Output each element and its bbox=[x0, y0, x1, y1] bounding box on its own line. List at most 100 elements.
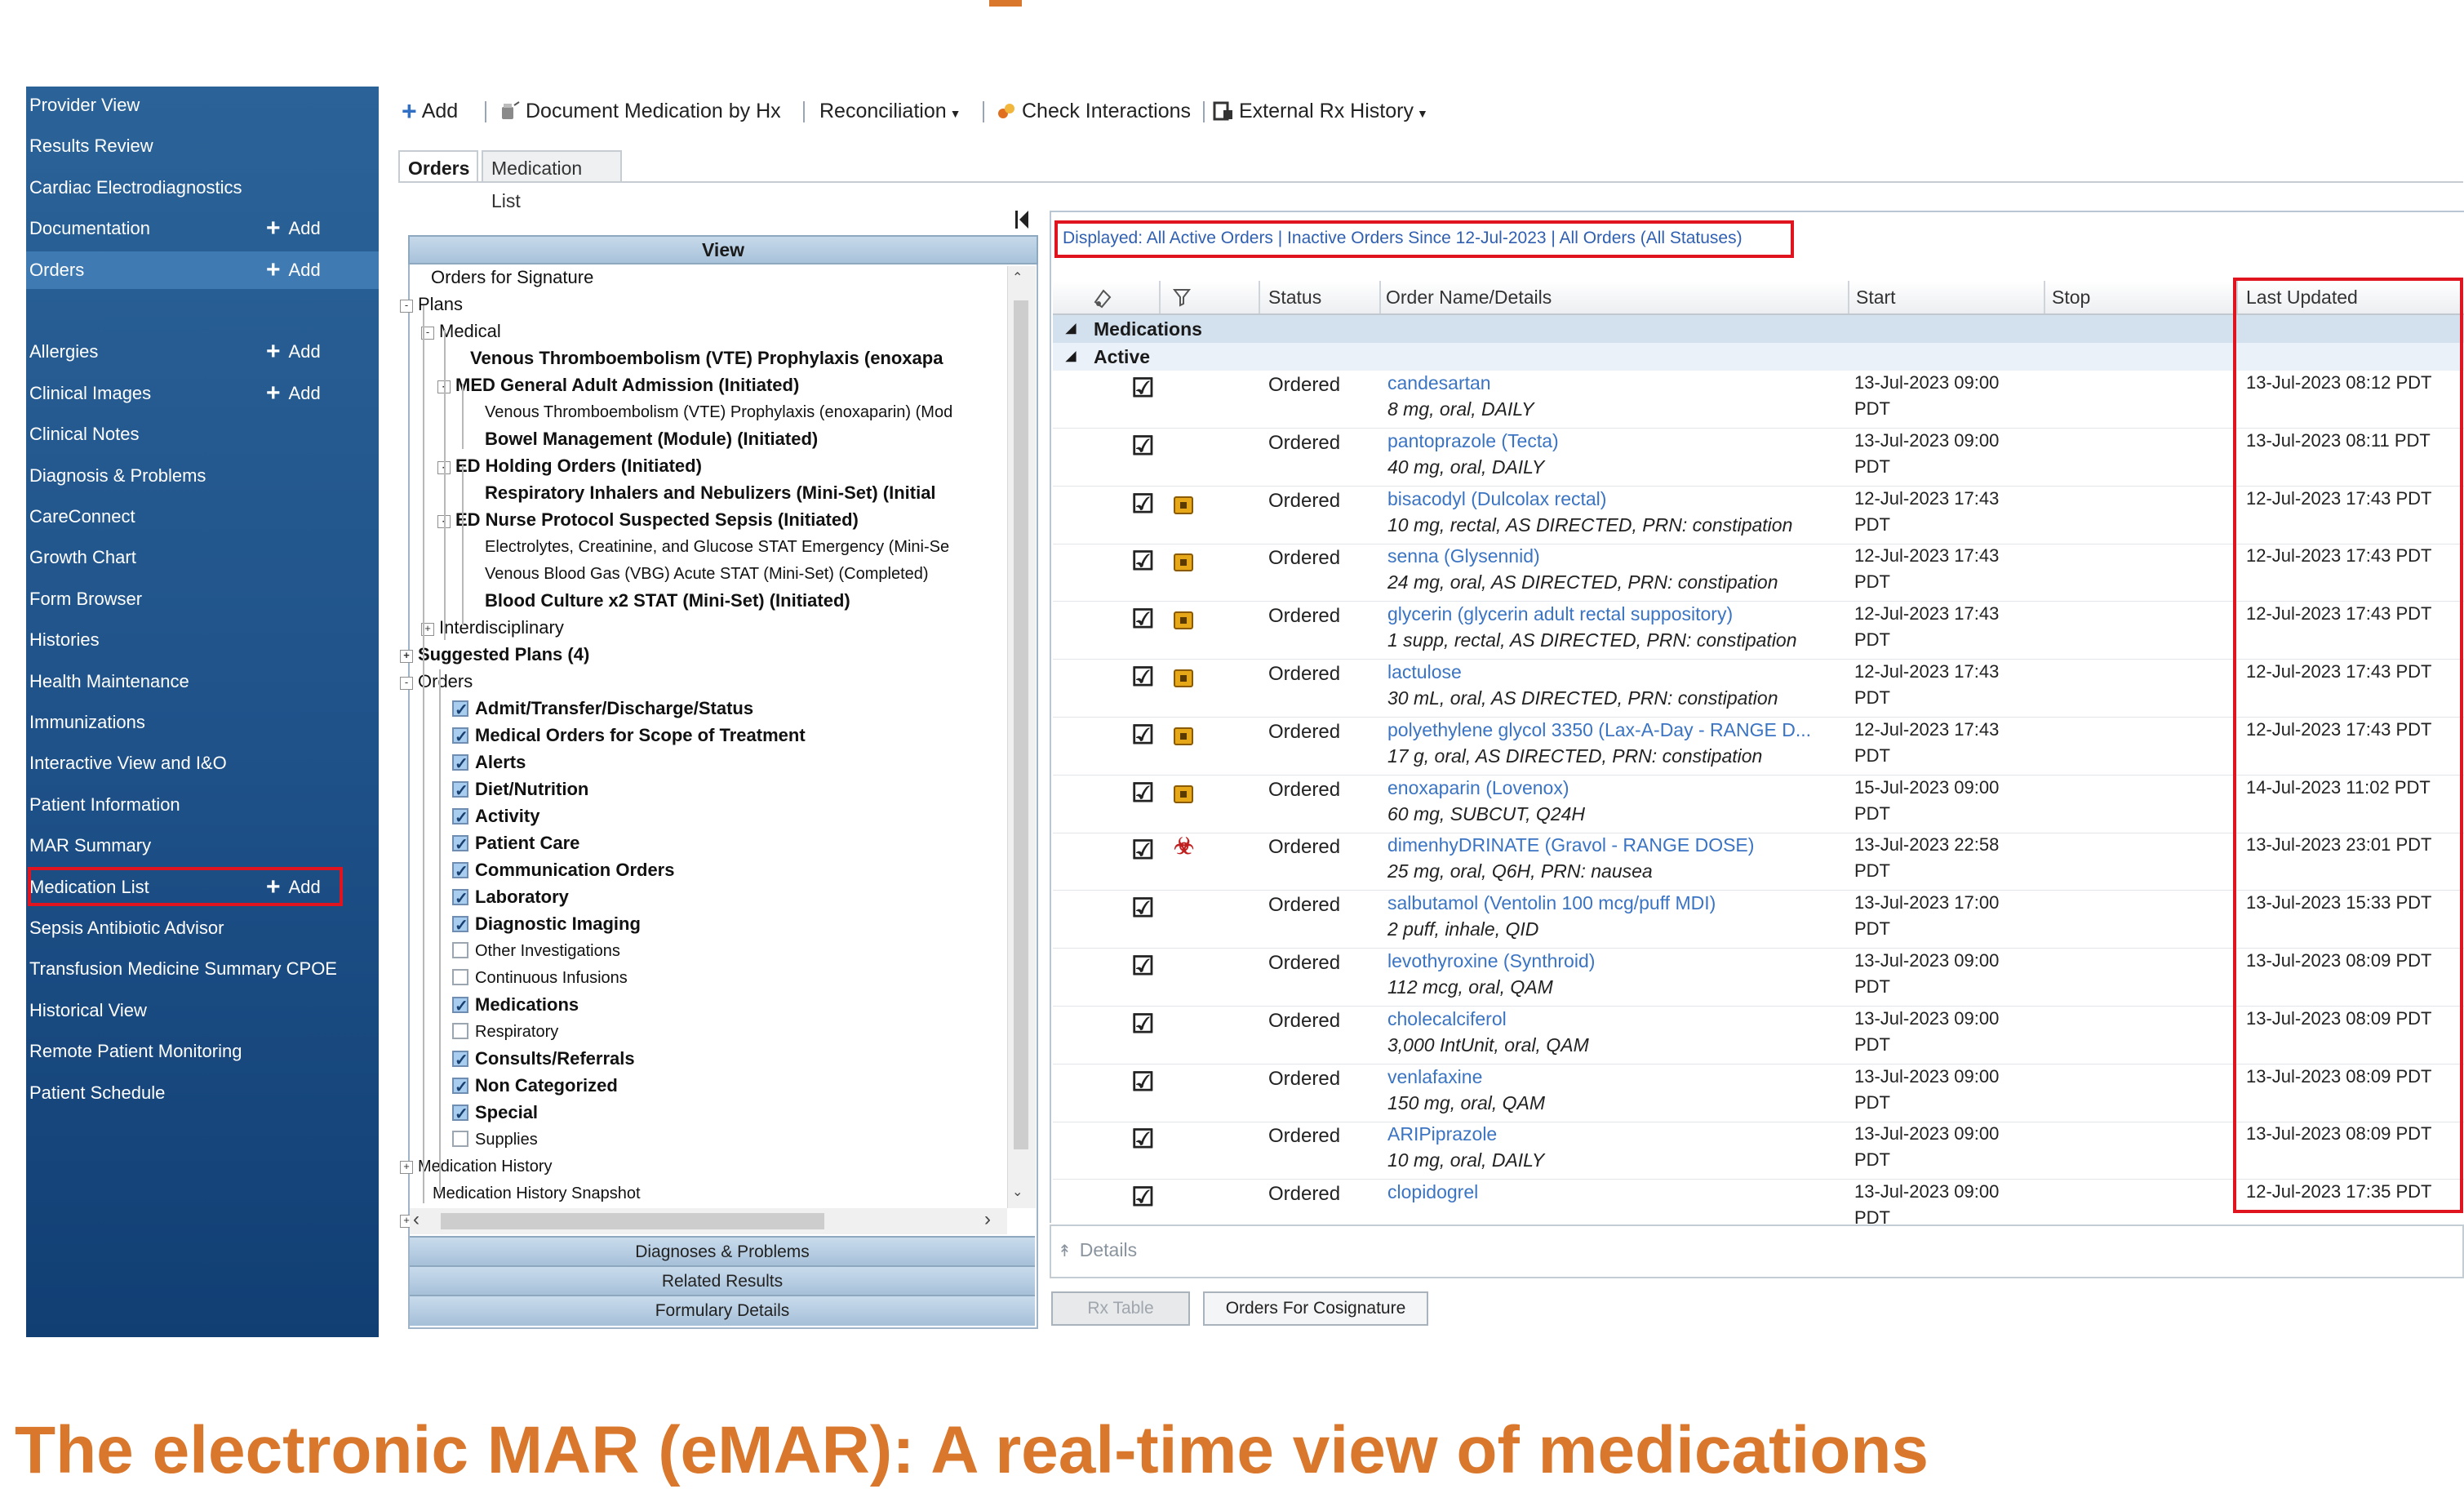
order-details: 24 mg, oral, AS DIRECTED, PRN: constipat… bbox=[1387, 571, 1778, 593]
order-name-link[interactable]: bisacodyl (Dulcolax rectal) bbox=[1387, 488, 1869, 510]
order-status: Ordered bbox=[1268, 894, 1341, 917]
order-name-link[interactable]: glycerin (glycerin adult rectal supposit… bbox=[1387, 603, 1869, 625]
order-row[interactable]: ☑ Ordered senna (Glysennid) 24 mg, oral, AS… bbox=[1053, 544, 2464, 602]
order-status: Ordered bbox=[1268, 1183, 1341, 1206]
order-details: 2 puff, inhale, QID bbox=[1387, 918, 1539, 940]
order-name-link[interactable]: salbutamol (Ventolin 100 mcg/puff MDI) bbox=[1387, 892, 1869, 914]
order-details: 10 mg, rectal, AS DIRECTED, PRN: constip… bbox=[1387, 513, 1793, 536]
order-comment-icon[interactable] bbox=[1174, 496, 1193, 514]
order-last-updated: 13-Jul-2023 08:11 PDT bbox=[2246, 429, 2431, 451]
double-chevron-up-icon: ↟ bbox=[1058, 1242, 1072, 1260]
order-last-updated: 14-Jul-2023 11:02 PDT bbox=[2246, 776, 2431, 798]
order-row[interactable]: ☑ Ordered ARIPiprazole 10 mg, oral, DAILY 13… bbox=[1053, 1122, 2464, 1180]
order-last-updated: 13-Jul-2023 08:09 PDT bbox=[2246, 1065, 2432, 1087]
order-name-link[interactable]: senna (Glysennid) bbox=[1387, 545, 1869, 567]
order-status: Ordered bbox=[1268, 489, 1341, 512]
order-name-link[interactable]: candesartan bbox=[1387, 372, 1869, 394]
reviewed-checkmark-icon: ☑ bbox=[1131, 1066, 1155, 1096]
order-row[interactable]: ☑ Ordered clopidogrel 13-Jul-2023 09:00 PDT 1… bbox=[1053, 1180, 2464, 1225]
rx-table-button[interactable]: Rx Table bbox=[1051, 1291, 1190, 1326]
order-row[interactable]: ☑ Ordered lactulose 30 mL, oral, AS DIRECTE… bbox=[1053, 660, 2464, 718]
order-row[interactable]: ☑ Ordered polyethylene glycol 3350 (Lax-A-… bbox=[1053, 718, 2464, 776]
order-row[interactable]: ☑ Ordered glycerin (glycerin adult rectal … bbox=[1053, 602, 2464, 660]
order-row[interactable]: ☑ Ordered enoxaparin (Lovenox) 60 mg, SUBCU… bbox=[1053, 776, 2464, 833]
orders-for-cosignature-button[interactable]: Orders For Cosignature bbox=[1203, 1291, 1428, 1326]
order-status: Ordered bbox=[1268, 1067, 1341, 1090]
order-name-link[interactable]: enoxaparin (Lovenox) bbox=[1387, 777, 1869, 799]
order-last-updated: 13-Jul-2023 15:33 PDT bbox=[2246, 892, 2432, 913]
details-bar[interactable] bbox=[1050, 1225, 2464, 1278]
order-row[interactable]: ☑ Ordered bisacodyl (Dulcolax rectal) 10 mg… bbox=[1053, 487, 2464, 544]
order-status: Ordered bbox=[1268, 1009, 1341, 1032]
diagnoses-problems-button[interactable]: Diagnoses & Problems bbox=[410, 1236, 1035, 1267]
reviewed-checkmark-icon: ☑ bbox=[1131, 373, 1155, 402]
order-start: 12-Jul-2023 17:43 bbox=[1854, 487, 2000, 509]
order-details: 60 mg, SUBCUT, Q24H bbox=[1387, 802, 1586, 825]
reviewed-checkmark-icon: ☑ bbox=[1131, 893, 1155, 923]
order-name-link[interactable]: lactulose bbox=[1387, 661, 1869, 683]
alert-icon[interactable]: ☣ bbox=[1174, 835, 1194, 858]
order-row[interactable]: ☑ Ordered levothyroxine (Synthroid) 112 mcg… bbox=[1053, 949, 2464, 1007]
order-last-updated: 13-Jul-2023 08:12 PDT bbox=[2246, 372, 2432, 393]
order-details: 10 mg, oral, DAILY bbox=[1387, 1149, 1545, 1171]
order-last-updated: 13-Jul-2023 08:09 PDT bbox=[2246, 1123, 2432, 1145]
order-row[interactable]: ☑ Ordered candesartan 8 mg, oral, DAILY 13-J… bbox=[1053, 371, 2464, 429]
related-results-button[interactable]: Related Results bbox=[410, 1265, 1035, 1296]
order-name-link[interactable]: ARIPiprazole bbox=[1387, 1123, 1869, 1145]
order-row[interactable]: ☑ ☣ Ordered dimenhyDRINATE (Gravol - RANGE … bbox=[1053, 833, 2464, 891]
order-details: 40 mg, oral, DAILY bbox=[1387, 456, 1545, 478]
order-name-link[interactable]: pantoprazole (Tecta) bbox=[1387, 430, 1869, 452]
order-start: 12-Jul-2023 17:43 bbox=[1854, 661, 2000, 682]
formulary-details-button[interactable]: Formulary Details bbox=[410, 1295, 1035, 1326]
order-details: 30 mL, oral, AS DIRECTED, PRN: constipat… bbox=[1387, 687, 1778, 709]
order-name-link[interactable]: venlafaxine bbox=[1387, 1066, 1869, 1088]
order-start: 13-Jul-2023 17:00 bbox=[1854, 892, 2000, 913]
order-comment-icon[interactable] bbox=[1174, 669, 1193, 687]
order-start-timezone: PDT bbox=[1854, 513, 1890, 535]
order-name-link[interactable]: cholecalciferol bbox=[1387, 1008, 1869, 1030]
order-status: Ordered bbox=[1268, 836, 1341, 859]
order-start: 12-Jul-2023 17:43 bbox=[1854, 718, 2000, 740]
order-row[interactable]: ☑ Ordered venlafaxine 150 mg, oral, QAM 13-J… bbox=[1053, 1065, 2464, 1122]
order-start: 13-Jul-2023 09:00 bbox=[1854, 950, 2000, 971]
order-start: 12-Jul-2023 17:43 bbox=[1854, 603, 2000, 624]
details-toggle[interactable]: ↟ Details bbox=[1058, 1239, 1137, 1261]
order-name-link[interactable]: dimenhyDRINATE (Gravol - RANGE DOSE) bbox=[1387, 834, 1869, 856]
order-comment-icon[interactable] bbox=[1174, 553, 1193, 572]
order-start-timezone: PDT bbox=[1854, 629, 1890, 651]
order-status: Ordered bbox=[1268, 605, 1341, 628]
order-row[interactable]: ☑ Ordered pantoprazole (Tecta) 40 mg, oral,… bbox=[1053, 429, 2464, 487]
order-row[interactable]: ☑ Ordered salbutamol (Ventolin 100 mcg/puf… bbox=[1053, 891, 2464, 949]
order-comment-icon[interactable] bbox=[1174, 727, 1193, 745]
order-status: Ordered bbox=[1268, 720, 1341, 743]
order-start: 13-Jul-2023 09:00 bbox=[1854, 1065, 2000, 1087]
orders-grid-body: ☑ Ordered candesartan 8 mg, oral, DAILY 13-J… bbox=[0, 0, 2464, 1225]
order-name-link[interactable]: polyethylene glycol 3350 (Lax-A-Day - RA… bbox=[1387, 719, 1869, 741]
order-details: 150 mg, oral, QAM bbox=[1387, 1091, 1546, 1113]
order-start: 15-Jul-2023 09:00 bbox=[1854, 776, 2000, 798]
order-name-link[interactable]: clopidogrel bbox=[1387, 1181, 1869, 1203]
order-name-link[interactable]: levothyroxine (Synthroid) bbox=[1387, 950, 1869, 972]
order-start-timezone: PDT bbox=[1854, 918, 1890, 940]
order-last-updated: 13-Jul-2023 08:09 PDT bbox=[2246, 1007, 2432, 1029]
order-row[interactable]: ☑ Ordered cholecalciferol 3,000 IntUnit, or… bbox=[1053, 1007, 2464, 1065]
reviewed-checkmark-icon: ☑ bbox=[1131, 777, 1155, 807]
order-comment-icon[interactable] bbox=[1174, 611, 1193, 630]
reviewed-checkmark-icon: ☑ bbox=[1131, 1008, 1155, 1038]
reviewed-checkmark-icon: ☑ bbox=[1131, 430, 1155, 460]
order-start: 13-Jul-2023 09:00 bbox=[1854, 372, 2000, 393]
order-details: 8 mg, oral, DAILY bbox=[1387, 398, 1534, 420]
order-comment-icon[interactable] bbox=[1174, 785, 1193, 803]
order-start: 13-Jul-2023 09:00 bbox=[1854, 1007, 2000, 1029]
reviewed-checkmark-icon: ☑ bbox=[1131, 835, 1155, 865]
reviewed-checkmark-icon: ☑ bbox=[1131, 1124, 1155, 1154]
order-status: Ordered bbox=[1268, 431, 1341, 454]
order-start-timezone: PDT bbox=[1854, 1149, 1890, 1171]
order-details: 112 mcg, oral, QAM bbox=[1387, 976, 1553, 998]
order-start: 13-Jul-2023 09:00 bbox=[1854, 1123, 2000, 1145]
order-start-timezone: PDT bbox=[1854, 1091, 1890, 1113]
order-last-updated: 12-Jul-2023 17:43 PDT bbox=[2246, 661, 2432, 682]
order-start: 13-Jul-2023 09:00 bbox=[1854, 429, 2000, 451]
slide-caption: The electronic MAR (eMAR): A real-time v… bbox=[15, 1413, 1929, 1487]
order-status: Ordered bbox=[1268, 778, 1341, 801]
